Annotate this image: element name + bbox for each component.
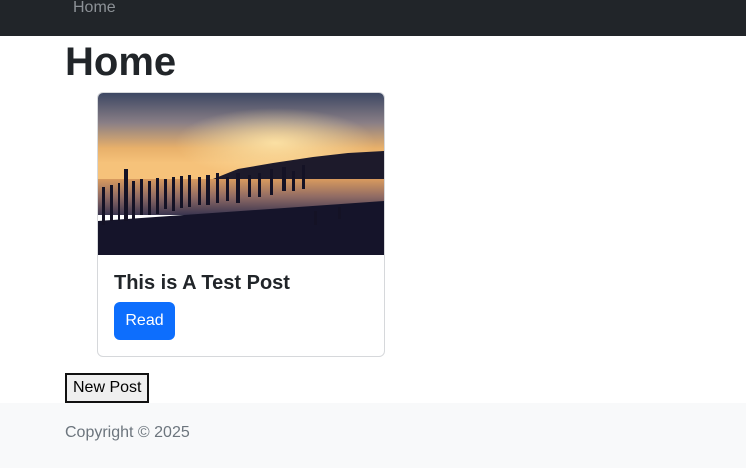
post-image	[98, 93, 384, 255]
top-navbar: Home	[0, 0, 746, 36]
read-button[interactable]: Read	[114, 302, 175, 340]
post-card: This is A Test Post Read	[97, 92, 385, 357]
page-title: Home	[65, 40, 177, 84]
footer: Copyright © 2025	[0, 403, 746, 468]
new-post-button[interactable]: New Post	[65, 373, 150, 403]
nav-home-link[interactable]: Home	[73, 0, 116, 18]
post-title: This is A Test Post	[114, 272, 290, 294]
copyright-text: Copyright © 2025	[65, 424, 190, 441]
